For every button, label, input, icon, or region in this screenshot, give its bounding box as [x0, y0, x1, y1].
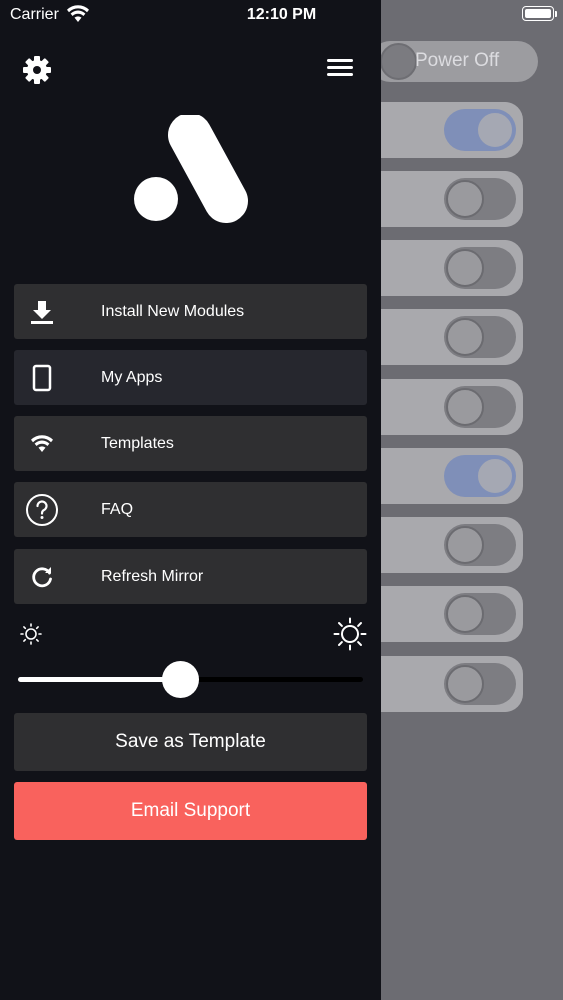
- toggle-knob: [446, 595, 484, 633]
- hamburger-menu-icon[interactable]: [325, 55, 355, 81]
- module-toggle[interactable]: [444, 524, 516, 566]
- toggle-knob: [446, 665, 484, 703]
- refresh-icon: [32, 567, 52, 588]
- menu-item-label: Templates: [101, 435, 174, 452]
- module-toggle[interactable]: [444, 247, 516, 289]
- menu-item-templates[interactable]: Templates: [14, 416, 367, 471]
- brightness-high-icon: [333, 617, 367, 651]
- menu-item-faq[interactable]: FAQ: [14, 482, 367, 537]
- app-logo: [134, 115, 248, 223]
- brightness-slider[interactable]: [18, 660, 363, 700]
- power-label: Power Off: [415, 50, 500, 71]
- toggle-knob: [446, 388, 484, 426]
- brightness-low-icon: [20, 623, 42, 645]
- tablet-icon: [32, 364, 52, 392]
- menu-item-label: Install New Modules: [101, 303, 245, 320]
- wifi-icon: [31, 435, 53, 452]
- save-as-template-button[interactable]: Save as Template: [14, 713, 367, 771]
- module-toggle[interactable]: [444, 593, 516, 635]
- battery-icon: [522, 6, 554, 21]
- side-drawer: Install New Modules My Apps Templates FA…: [0, 0, 381, 1000]
- module-toggle[interactable]: [444, 386, 516, 428]
- power-toggle-knob: [380, 43, 417, 80]
- toggle-knob: [476, 111, 514, 149]
- module-toggle[interactable]: [444, 178, 516, 220]
- slider-fill: [18, 677, 181, 682]
- toggle-knob: [446, 526, 484, 564]
- clock: 12:10 PM: [246, 6, 317, 23]
- download-icon: [31, 301, 53, 324]
- module-toggle[interactable]: [444, 316, 516, 358]
- status-bar: Carrier 12:10 PM: [0, 0, 563, 32]
- battery-tip: [555, 11, 557, 17]
- slider-thumb[interactable]: [162, 661, 200, 698]
- menu-item-my-apps[interactable]: My Apps: [14, 350, 367, 405]
- module-toggle[interactable]: [444, 455, 516, 497]
- menu-item-refresh-mirror[interactable]: Refresh Mirror: [14, 549, 367, 604]
- toggle-knob: [446, 180, 484, 218]
- help-circle-icon: [26, 494, 58, 526]
- menu-item-install-new-modules[interactable]: Install New Modules: [14, 284, 367, 339]
- module-toggle[interactable]: [444, 663, 516, 705]
- menu-item-label: My Apps: [101, 369, 163, 386]
- toggle-knob: [446, 318, 484, 356]
- module-toggle[interactable]: [444, 109, 516, 151]
- toggle-knob: [476, 457, 514, 495]
- menu-item-label: Refresh Mirror: [101, 568, 204, 585]
- toggle-knob: [446, 249, 484, 287]
- power-toggle[interactable]: Power Off: [370, 41, 538, 82]
- menu-item-label: FAQ: [101, 501, 134, 518]
- gear-icon[interactable]: [22, 55, 52, 85]
- email-support-button[interactable]: Email Support: [14, 782, 367, 840]
